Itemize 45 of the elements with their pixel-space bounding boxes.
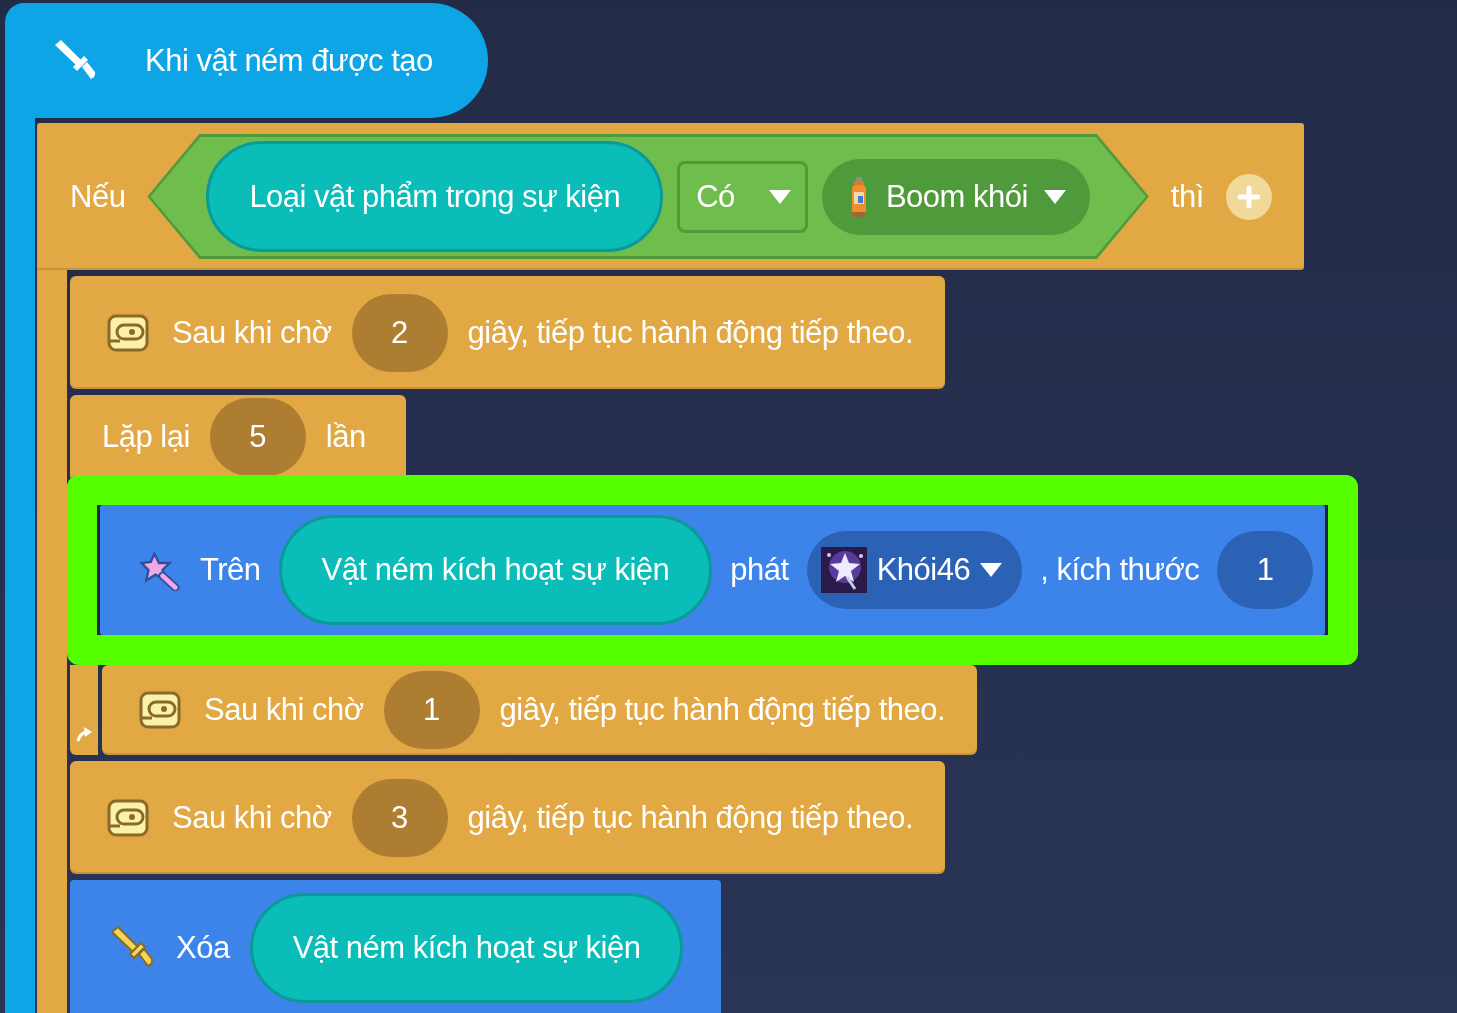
number-field[interactable]: 1 — [1217, 531, 1314, 609]
number-field[interactable]: 3 — [351, 778, 448, 857]
block-label: Lặp lại — [102, 418, 190, 455]
block-label: Xóa — [176, 929, 230, 966]
block-label: Khi vật ném được tạo — [145, 42, 433, 79]
item-dropdown[interactable]: Boom khói — [821, 158, 1090, 235]
star-wand-icon — [136, 549, 182, 591]
block-label: Sau khi chờ — [172, 799, 332, 836]
block-label: giây, tiếp tục hành động tiếp theo. — [467, 314, 914, 351]
block-label: thì — [1170, 178, 1204, 215]
dropdown-value: Khói46 — [876, 552, 971, 588]
if-block[interactable]: Nếu Loại vật phẩm trong sự kiện Có Boom khói thì — [37, 123, 1304, 270]
number-field[interactable]: 5 — [209, 397, 306, 476]
dropdown-value: Boom khói — [885, 178, 1028, 215]
wait-block[interactable]: Sau khi chờ 3 giây, tiếp tục hành động tiếp theo. — [70, 761, 946, 874]
caret-icon — [980, 563, 1003, 577]
plus-icon — [1237, 185, 1260, 208]
wait-block[interactable]: Sau khi chờ 2 giây, tiếp tục hành động tiếp theo. — [70, 276, 946, 389]
block-label: , kích thước — [1040, 552, 1200, 588]
block-label: lần — [325, 418, 366, 455]
caret-icon — [1043, 189, 1066, 204]
repeat-block[interactable]: Lặp lại 5 lần — [70, 395, 406, 478]
value-reporter[interactable]: Loại vật phẩm trong sự kiện — [206, 141, 664, 252]
value-reporter[interactable]: Vật ném kích hoạt sự kiện — [249, 892, 684, 1003]
wait-block[interactable]: Sau khi chờ 1 giây, tiếp tục hành động tiếp theo. — [102, 665, 978, 755]
delete-block[interactable]: Xóa Vật ném kích hoạt sự kiện — [70, 880, 722, 1013]
event-block[interactable]: Khi vật ném được tạo — [5, 3, 488, 118]
caret-icon — [768, 189, 791, 204]
block-label: Trên — [200, 552, 261, 588]
block-label: giây, tiếp tục hành động tiếp theo. — [467, 799, 914, 836]
condition-block[interactable]: Loại vật phẩm trong sự kiện Có Boom khói — [147, 134, 1149, 259]
number-field[interactable]: 2 — [351, 293, 448, 372]
block-label: giây, tiếp tục hành động tiếp theo. — [499, 692, 946, 728]
effect-dropdown[interactable]: Khói46 — [806, 531, 1023, 609]
operator-dropdown[interactable]: Có — [677, 160, 808, 233]
star-thumbnail-icon — [820, 547, 867, 593]
block-label: Sau khi chờ — [172, 314, 332, 351]
block-label: Nếu — [70, 178, 126, 215]
value-reporter[interactable]: Vật ném kích hoạt sự kiện — [278, 515, 713, 625]
block-label: phát — [730, 552, 789, 588]
block-label: Sau khi chờ — [204, 692, 364, 728]
number-field[interactable]: 1 — [383, 671, 480, 749]
effect-block[interactable]: Trên Vật ném kích hoạt sự kiện phát Khói46 , kích thước 1 — [100, 505, 1326, 635]
return-arrow-icon — [75, 725, 93, 743]
dropdown-value: Có — [696, 178, 735, 215]
